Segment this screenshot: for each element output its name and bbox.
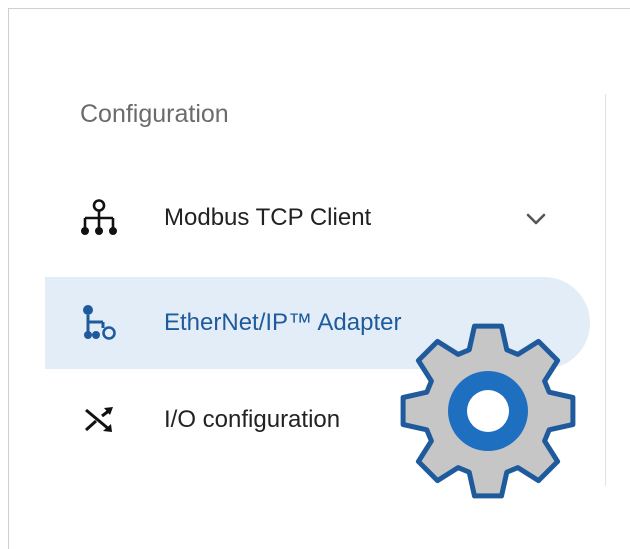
gear-icon <box>395 318 581 504</box>
nav-item-label: EtherNet/IP™ Adapter <box>164 309 402 336</box>
nav-item-label: Modbus TCP Client <box>164 204 372 231</box>
section-title: Configuration <box>80 100 229 128</box>
network-tree-icon <box>79 198 119 238</box>
gear-hole <box>467 390 509 432</box>
chevron-down-icon[interactable] <box>523 205 549 231</box>
panel-divider <box>605 94 606 486</box>
ethernet-ip-adapter-icon <box>79 303 119 343</box>
nav-item-modbus-tcp-client[interactable]: Modbus TCP Client <box>45 172 590 264</box>
shuffle-arrows-icon <box>79 400 119 440</box>
nav-item-label: I/O configuration <box>164 406 341 433</box>
